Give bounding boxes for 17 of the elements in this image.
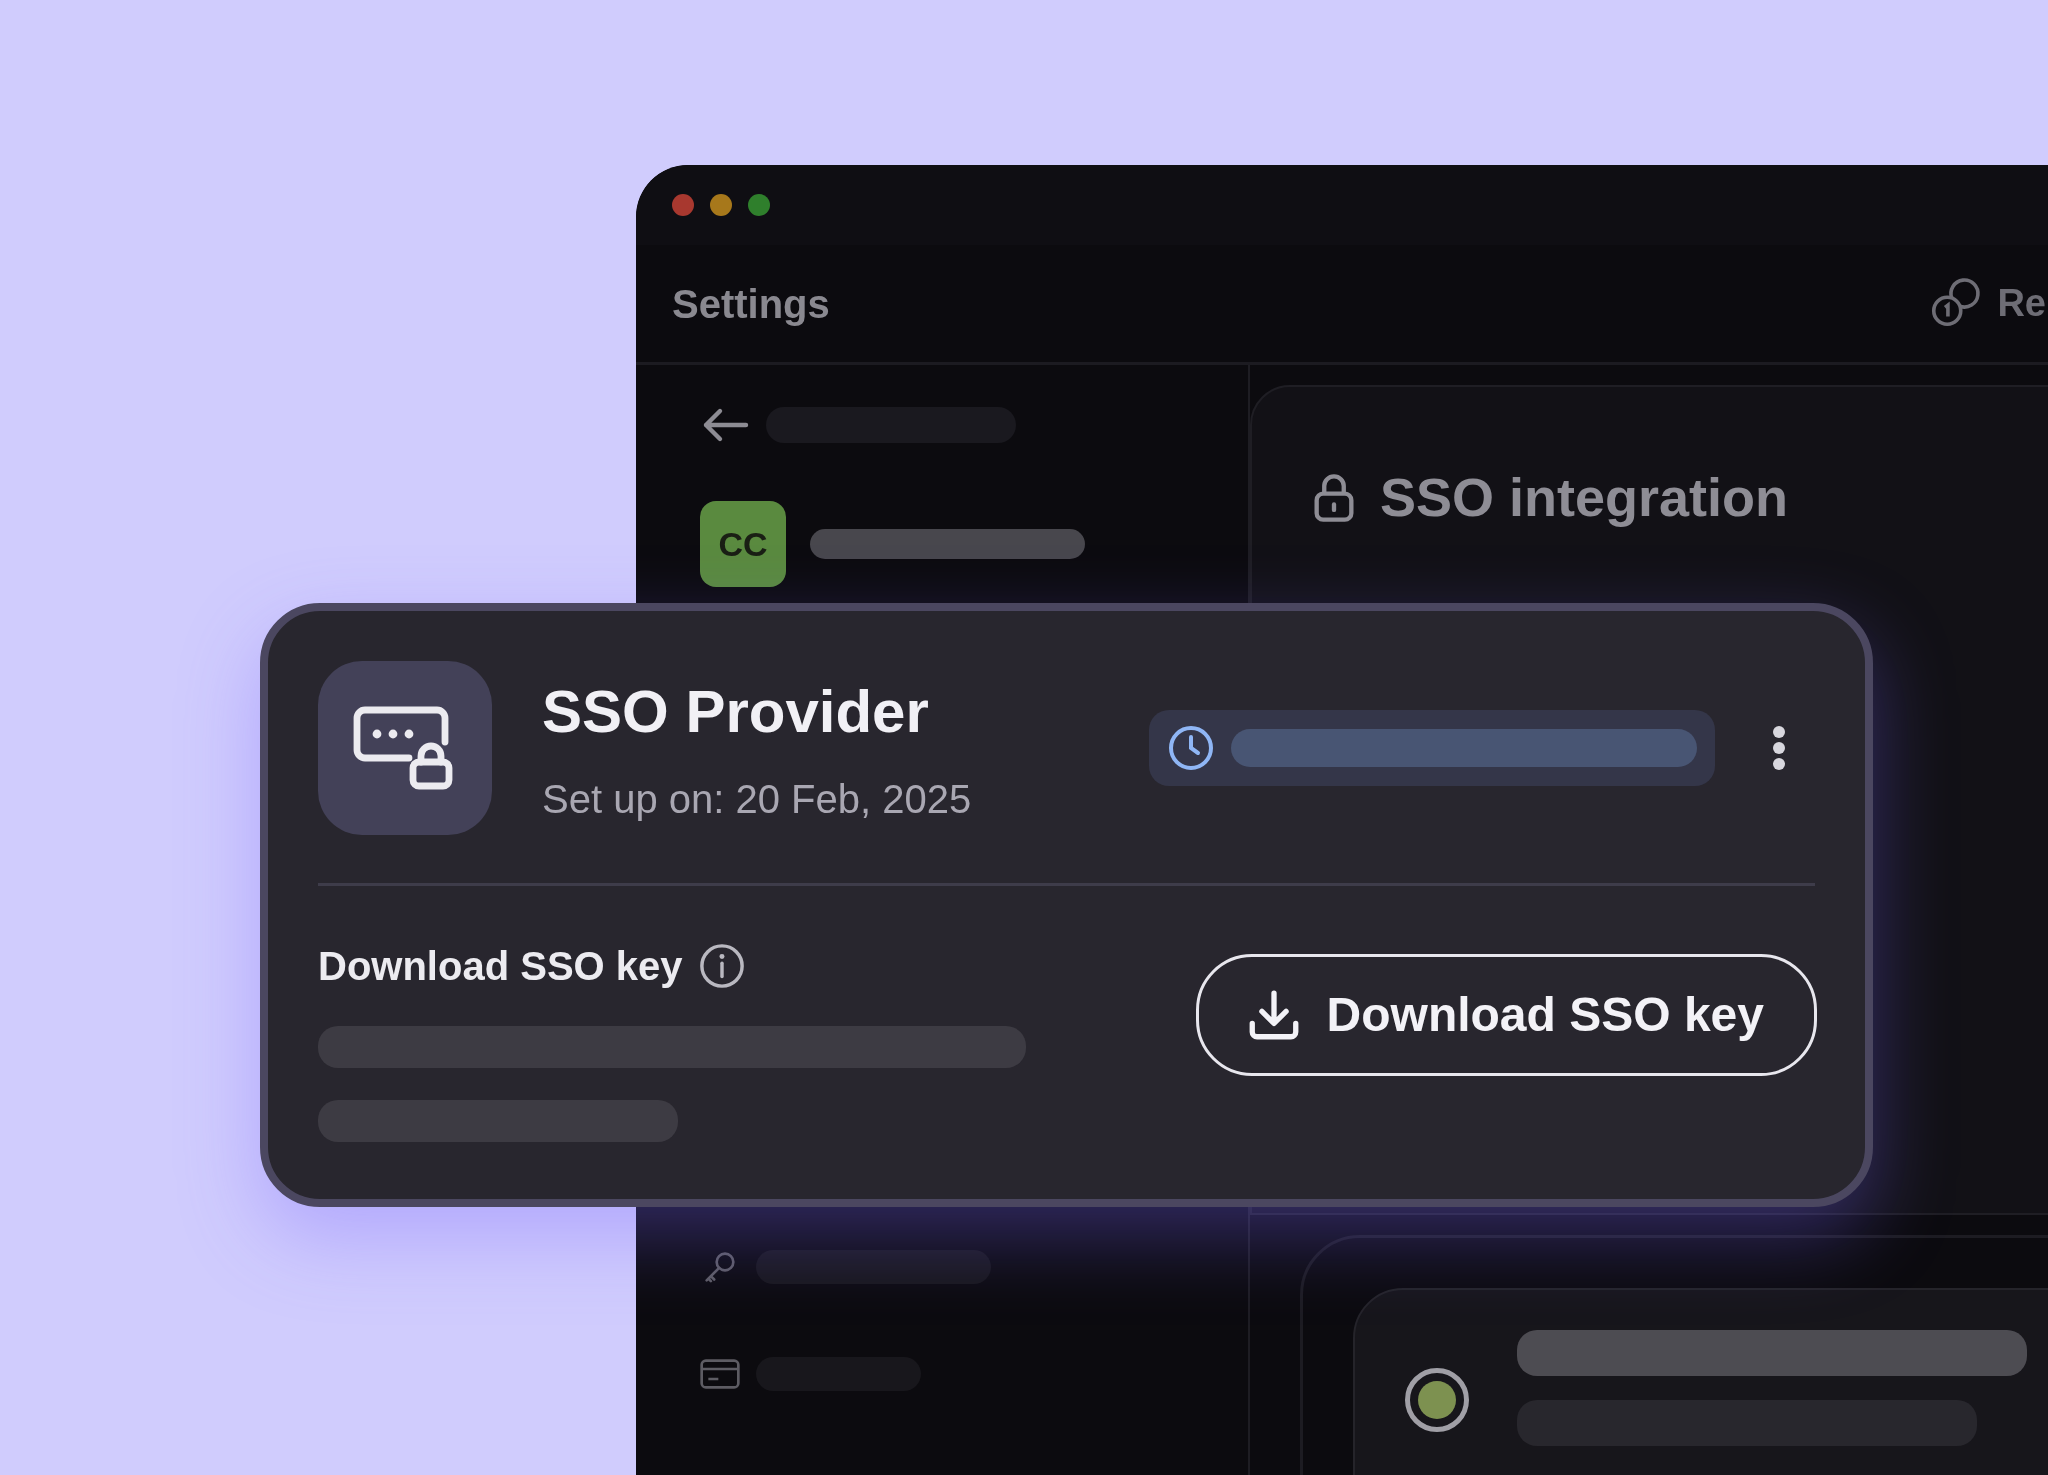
panel-title: SSO integration <box>1380 466 1789 529</box>
more-options-icon[interactable] <box>1771 726 1787 770</box>
maximize-button[interactable] <box>748 194 770 216</box>
page-title: Settings <box>672 280 830 328</box>
avatar: CC <box>700 501 786 587</box>
lock-icon <box>1312 471 1356 524</box>
close-button[interactable] <box>672 194 694 216</box>
section-label: Download SSO key <box>318 943 683 990</box>
credit-card-icon <box>700 1358 740 1390</box>
card-title: SSO Provider <box>542 677 930 747</box>
minimize-button[interactable] <box>710 194 732 216</box>
setup-date: Set up on: 20 Feb, 2025 <box>542 776 972 823</box>
info-icon[interactable] <box>698 943 745 989</box>
download-button[interactable]: Download SSO key <box>1195 954 1817 1076</box>
radio-button[interactable] <box>1405 1368 1469 1432</box>
header-link[interactable]: Re <box>1997 275 2046 332</box>
clock-icon <box>1167 724 1215 772</box>
